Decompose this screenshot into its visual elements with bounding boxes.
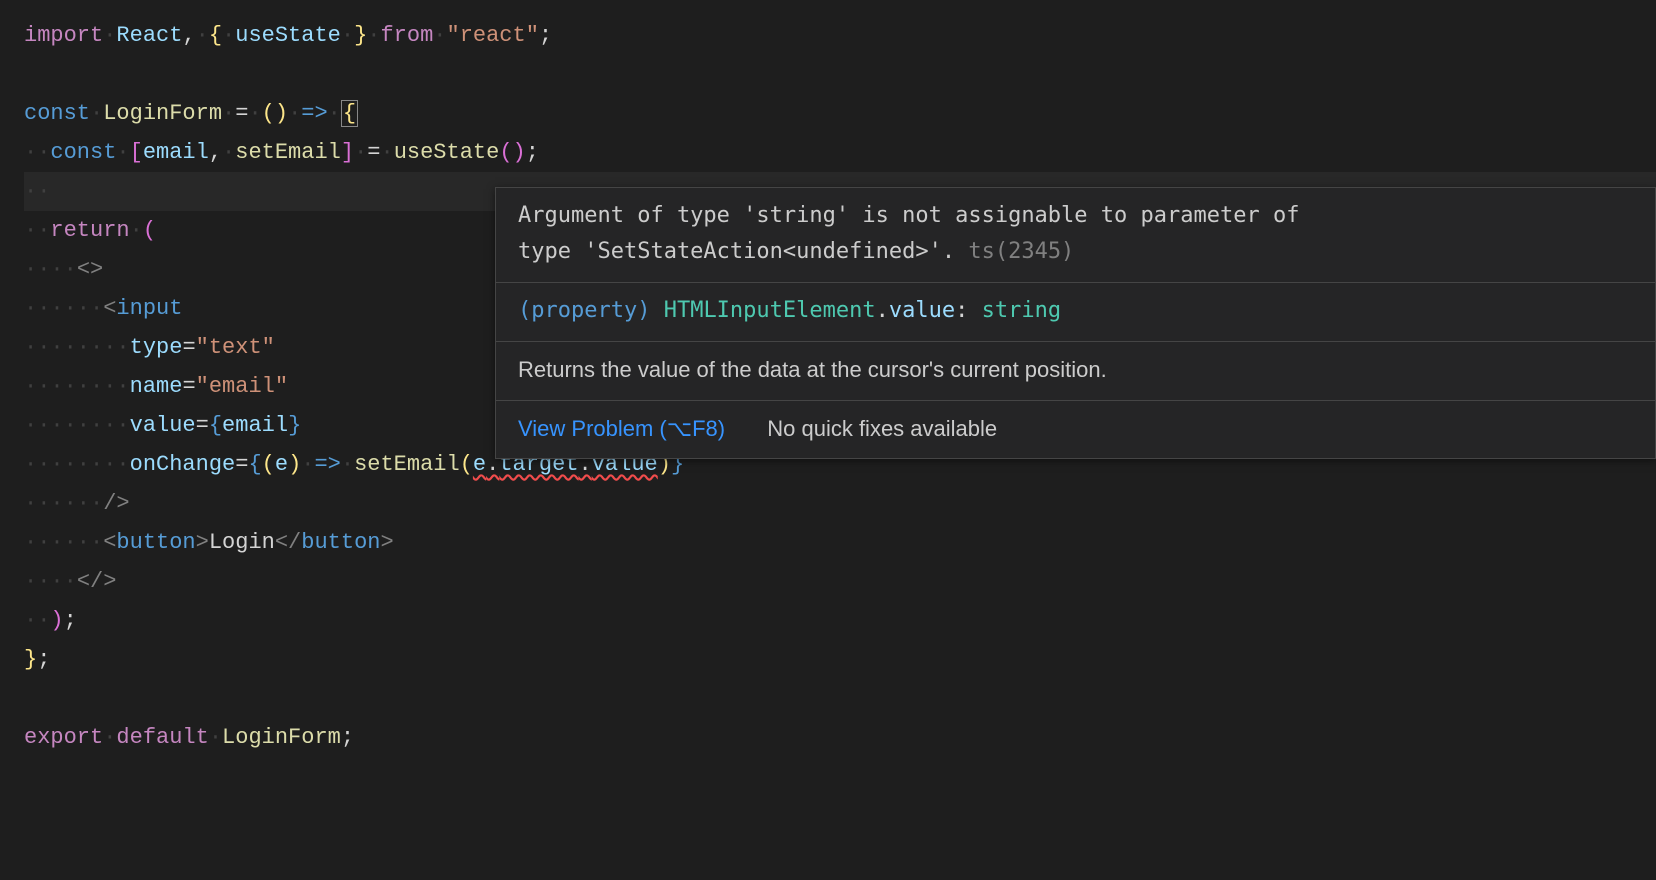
sig-kind: (property): [518, 298, 650, 323]
ident-email: email: [143, 140, 209, 165]
string-text: "text": [196, 335, 275, 360]
arrow: =>: [301, 101, 327, 126]
doc-text: Returns the value of the data at the cur…: [518, 357, 1107, 382]
error-text-b: type 'SetStateAction<undefined>'.: [518, 239, 955, 264]
hover-tooltip: Argument of type 'string' is not assigna…: [495, 187, 1656, 459]
jsx-tag-input: input: [116, 296, 182, 321]
code-line[interactable]: ··);: [24, 601, 1656, 640]
keyword-import: import: [24, 23, 103, 48]
code-line[interactable]: ····</>: [24, 562, 1656, 601]
hover-actions-section: View Problem (⌥F8) No quick fixes availa…: [496, 401, 1655, 458]
ident-loginform: LoginForm: [222, 725, 341, 750]
error-code: ts(2345): [968, 239, 1074, 264]
code-line[interactable]: ······<button>Login</button>: [24, 523, 1656, 562]
view-problem-link[interactable]: View Problem (⌥F8): [518, 416, 725, 441]
sig-type: HTMLInputElement: [664, 298, 876, 323]
keyword-default: default: [116, 725, 208, 750]
jsx-attr-type: type: [130, 335, 183, 360]
jsx-attr-onchange: onChange: [130, 452, 236, 477]
jsx-attr-name: name: [130, 374, 183, 399]
keyword-const: const: [24, 101, 90, 126]
code-line[interactable]: export·default·LoginForm;: [24, 718, 1656, 757]
string-react: "react": [447, 23, 539, 48]
ident-setemail: setEmail: [235, 140, 341, 165]
keyword-return: return: [50, 218, 129, 243]
hover-error-section: Argument of type 'string' is not assigna…: [496, 188, 1655, 283]
sig-return: string: [982, 298, 1061, 323]
sig-member: value: [889, 298, 955, 323]
ident-react: React: [116, 23, 182, 48]
keyword-const: const: [50, 140, 116, 165]
call-setemail: setEmail: [354, 452, 460, 477]
code-line[interactable]: ······/>: [24, 484, 1656, 523]
text-login: Login: [209, 530, 275, 555]
code-line-blank[interactable]: [24, 679, 1656, 718]
string-email: "email": [196, 374, 288, 399]
code-line[interactable]: import·React,·{·useState·}·from·"react";: [24, 16, 1656, 55]
ident-loginform: LoginForm: [103, 101, 222, 126]
code-line-blank[interactable]: [24, 55, 1656, 94]
jsx-attr-value: value: [130, 413, 196, 438]
expr-email: email: [222, 413, 288, 438]
cursor-position: {: [341, 100, 358, 127]
jsx-tag-button: button: [116, 530, 195, 555]
hover-doc-section: Returns the value of the data at the cur…: [496, 342, 1655, 401]
no-quick-fix-text: No quick fixes available: [767, 416, 997, 441]
code-line[interactable]: };: [24, 640, 1656, 679]
hover-signature-section: (property) HTMLInputElement.value: strin…: [496, 283, 1655, 342]
call-usestate: useState: [394, 140, 500, 165]
keyword-export: export: [24, 725, 103, 750]
param-e: e: [275, 452, 288, 477]
ident-usestate: useState: [235, 23, 341, 48]
code-line[interactable]: const·LoginForm·=·()·=>·{: [24, 94, 1656, 133]
keyword-from: from: [380, 23, 433, 48]
code-line[interactable]: ··const·[email,·setEmail]·=·useState();: [24, 133, 1656, 172]
error-text-a: Argument of type 'string' is not assigna…: [518, 203, 1299, 228]
